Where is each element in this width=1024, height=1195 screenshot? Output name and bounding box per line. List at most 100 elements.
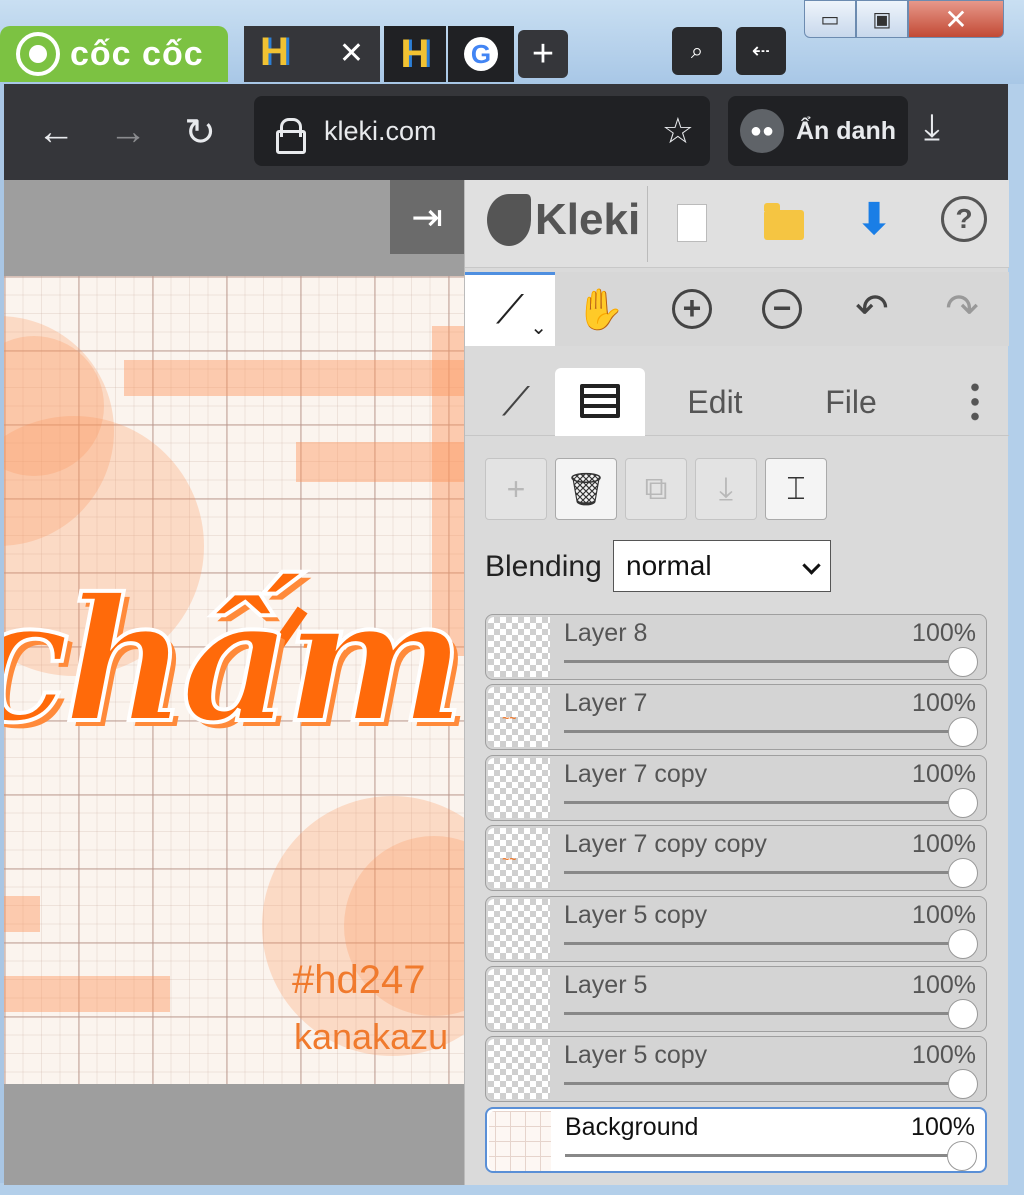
opacity-slider-track[interactable] xyxy=(564,941,964,945)
opacity-slider-track[interactable] xyxy=(564,1082,964,1086)
layer-name: Layer 5 copy xyxy=(564,1041,708,1070)
zoom-out-button[interactable]: − xyxy=(755,282,809,336)
opacity-slider-knob[interactable] xyxy=(948,787,978,818)
kleki-logo[interactable]: Kleki xyxy=(487,194,640,246)
opacity-slider-track[interactable] xyxy=(564,730,964,734)
opacity-slider-knob[interactable] xyxy=(948,1069,978,1100)
layer-row[interactable]: Layer 5 copy 100% xyxy=(485,895,987,962)
opacity-slider-track[interactable] xyxy=(564,871,964,875)
help-icon: ? xyxy=(941,196,987,242)
delete-layer-button[interactable]: 🗑 xyxy=(555,458,617,520)
add-layer-button[interactable]: + xyxy=(485,458,547,520)
tab-file[interactable]: File xyxy=(801,368,901,436)
tab-favicon-h-icon: H xyxy=(260,30,289,74)
layer-thumbnail xyxy=(488,617,550,677)
opacity-slider-track[interactable] xyxy=(565,1153,965,1157)
new-tab-button[interactable]: + xyxy=(518,30,568,78)
incognito-badge[interactable]: ●● Ẩn danh xyxy=(728,96,908,166)
download-arrow-icon: ⬇ xyxy=(855,194,893,244)
thumbnail-art-mark: ~~ xyxy=(502,711,517,726)
brand-name: cốc cốc xyxy=(70,34,204,73)
tab-layers[interactable] xyxy=(555,368,645,436)
opacity-slider-knob[interactable] xyxy=(948,928,978,959)
lock-icon xyxy=(276,118,306,154)
opacity-slider-knob[interactable] xyxy=(948,647,978,677)
search-tabs-icon[interactable]: ⌕ xyxy=(672,27,722,75)
zoom-out-icon: − xyxy=(762,289,802,329)
opacity-slider-track[interactable] xyxy=(564,660,964,663)
canvas-area[interactable]: ⇥ chấm #hd247 kanakazu xyxy=(4,180,464,1185)
layer-name: Layer 5 xyxy=(564,970,648,999)
duplicate-layer-button[interactable]: ⧉ xyxy=(625,458,687,520)
opacity-slider-track[interactable] xyxy=(564,800,964,804)
window-controls: ▭ ▣ ✕ xyxy=(804,0,1004,40)
tab-kleki-active[interactable]: H ✕ xyxy=(244,26,380,82)
minimize-button[interactable]: ▭ xyxy=(804,0,856,38)
bookmark-star-icon[interactable]: ☆ xyxy=(662,110,694,152)
folder-icon xyxy=(764,203,804,240)
layer-opacity: 100% xyxy=(912,689,976,718)
undo-icon[interactable]: ↶ xyxy=(845,282,899,336)
layer-row[interactable]: ~~ Layer 7 copy copy 100% xyxy=(485,825,987,892)
browser-brand-button[interactable]: cốc cốc xyxy=(0,26,228,82)
layer-name: Layer 7 xyxy=(564,689,648,718)
layer-row[interactable]: Layer 5 100% xyxy=(485,965,987,1032)
help-button[interactable]: ? xyxy=(939,194,989,244)
layer-name: Layer 7 copy xyxy=(564,759,708,788)
layer-opacity: 100% xyxy=(912,759,976,788)
topbar-divider xyxy=(647,186,648,262)
layer-row[interactable]: Layer 5 copy 100% xyxy=(485,1036,987,1103)
tab-close-icon[interactable]: ✕ xyxy=(339,36,364,71)
maximize-button[interactable]: ▣ xyxy=(856,0,908,38)
tab-edit[interactable]: Edit xyxy=(665,368,765,436)
save-image-button[interactable]: ⬇ xyxy=(849,194,899,244)
opacity-slider-track[interactable] xyxy=(564,1011,964,1015)
layer-opacity: 100% xyxy=(912,830,976,859)
tab-h[interactable]: H xyxy=(384,26,446,82)
open-image-button[interactable] xyxy=(759,200,809,250)
new-image-button[interactable] xyxy=(667,198,717,248)
rename-layer-button[interactable]: ⌶ xyxy=(765,458,827,520)
layer-row[interactable]: ~~ Layer 7 100% xyxy=(485,684,987,751)
blending-value: normal xyxy=(626,550,712,581)
new-document-icon xyxy=(677,204,707,242)
address-bar[interactable]: kleki.com ☆ xyxy=(254,96,710,166)
redo-icon[interactable]: ↷ xyxy=(935,282,989,336)
tab-favicon-h-icon: H xyxy=(400,31,430,76)
back-arrow-icon[interactable]: ← xyxy=(32,108,80,156)
close-window-button[interactable]: ✕ xyxy=(908,0,1004,38)
zoom-in-icon: + xyxy=(672,289,712,329)
layer-row[interactable]: Layer 7 copy 100% xyxy=(485,754,987,821)
layer-thumbnail xyxy=(489,1110,551,1171)
forward-arrow-icon[interactable]: → xyxy=(104,108,152,156)
tab-google[interactable]: G xyxy=(448,26,514,82)
google-favicon-icon: G xyxy=(464,37,498,71)
opacity-slider-knob[interactable] xyxy=(947,1140,977,1171)
panel-tabs: ⟋ Edit File xyxy=(465,356,1009,436)
brush-icon: ⟋ xyxy=(496,288,524,332)
more-options-icon[interactable] xyxy=(971,380,979,424)
collapse-panel-icon[interactable]: ⇥ xyxy=(390,180,464,254)
merge-layer-button[interactable]: ⤓ xyxy=(695,458,757,520)
chevron-down-icon[interactable]: ⌄ xyxy=(530,315,547,340)
zoom-in-button[interactable]: + xyxy=(665,282,719,336)
reload-icon[interactable]: ↻ xyxy=(176,108,224,156)
tab-brush[interactable]: ⟋ xyxy=(481,368,551,436)
drawing-canvas[interactable]: chấm #hd247 kanakazu xyxy=(4,276,464,1084)
layer-row[interactable]: Layer 8 100% xyxy=(485,614,987,680)
opacity-slider-knob[interactable] xyxy=(948,858,978,889)
brush-tool-button[interactable]: ⟋ ⌄ xyxy=(465,272,555,346)
layer-thumbnail xyxy=(488,898,550,959)
layer-thumbnail: ~~ xyxy=(488,828,550,889)
url-text[interactable]: kleki.com xyxy=(324,116,437,147)
kleki-topbar: Kleki ⬇ ? xyxy=(465,180,1009,268)
layer-row-selected[interactable]: Background 100% xyxy=(485,1106,987,1173)
sidebar-back-icon[interactable]: ⇠ xyxy=(736,27,786,75)
opacity-slider-knob[interactable] xyxy=(948,998,978,1029)
blending-select[interactable]: normal xyxy=(613,540,831,592)
download-icon[interactable]: ⤓ xyxy=(924,106,940,149)
incognito-icon: ●● xyxy=(740,109,784,153)
hand-tool-icon[interactable]: ✋ xyxy=(573,282,627,336)
layer-thumbnail xyxy=(488,968,550,1029)
opacity-slider-knob[interactable] xyxy=(948,717,978,748)
